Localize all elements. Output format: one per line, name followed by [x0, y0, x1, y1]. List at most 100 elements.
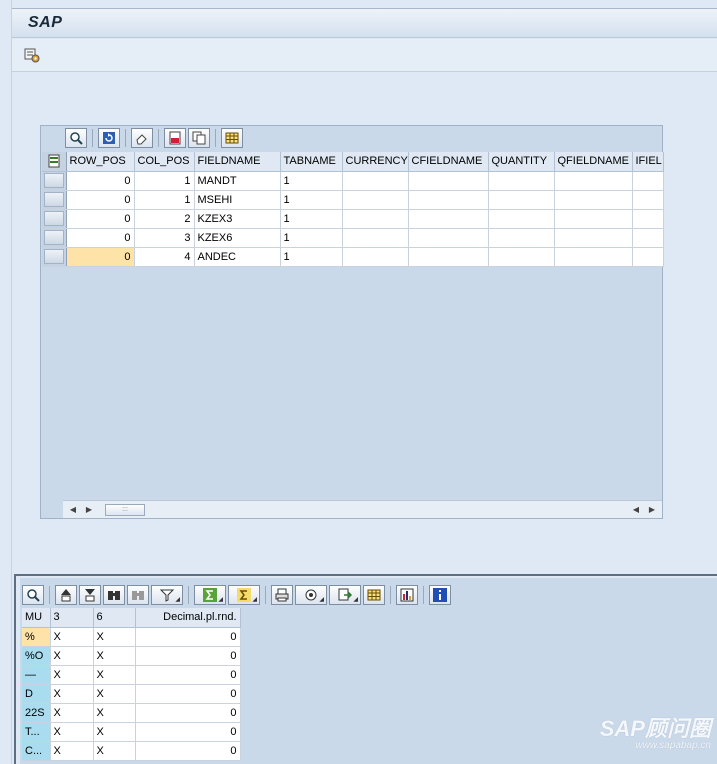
cell[interactable]: 2: [134, 209, 195, 229]
column-header[interactable]: IFIEL: [632, 152, 664, 172]
refresh-button[interactable]: [98, 128, 120, 148]
find-next-button[interactable]: [127, 585, 149, 605]
layout-button[interactable]: [363, 585, 385, 605]
cell[interactable]: [408, 247, 489, 267]
cell[interactable]: X: [50, 627, 94, 647]
key-cell[interactable]: %O: [22, 646, 51, 666]
table-row[interactable]: 22S X X 0: [22, 703, 241, 723]
cell[interactable]: [342, 190, 409, 210]
details-button[interactable]: [65, 128, 87, 148]
cell[interactable]: 3: [134, 228, 195, 248]
cell[interactable]: X: [50, 684, 94, 704]
export-button[interactable]: ◢: [329, 585, 361, 605]
scroll-thumb[interactable]: :::: [105, 504, 145, 516]
cell[interactable]: [488, 247, 555, 267]
column-header[interactable]: 3: [50, 608, 94, 628]
cell[interactable]: 1: [280, 190, 343, 210]
column-header[interactable]: CURRENCY: [342, 152, 409, 172]
cell[interactable]: [408, 190, 489, 210]
column-header[interactable]: FIELDNAME: [194, 152, 281, 172]
find-button[interactable]: [103, 585, 125, 605]
save-variant-button[interactable]: [164, 128, 186, 148]
cell[interactable]: 0: [135, 627, 241, 647]
cell[interactable]: KZEX6: [194, 228, 281, 248]
table-row[interactable]: 0 1 MANDT 1: [42, 171, 664, 191]
table-row[interactable]: D X X 0: [22, 684, 241, 704]
cell[interactable]: X: [93, 722, 136, 742]
information-button[interactable]: [429, 585, 451, 605]
graphic-button[interactable]: [396, 585, 418, 605]
cell[interactable]: [408, 209, 489, 229]
column-header[interactable]: 6: [93, 608, 136, 628]
cell[interactable]: 4: [134, 247, 195, 267]
cell[interactable]: 0: [135, 741, 241, 761]
cell[interactable]: [488, 171, 555, 191]
table-row[interactable]: T... X X 0: [22, 722, 241, 742]
key-cell[interactable]: %: [22, 627, 51, 647]
cell[interactable]: X: [93, 684, 136, 704]
cell[interactable]: X: [50, 665, 94, 685]
table-row[interactable]: 0 2 KZEX3 1: [42, 209, 664, 229]
cell[interactable]: [408, 228, 489, 248]
row-selector[interactable]: [42, 171, 67, 191]
cell[interactable]: KZEX3: [194, 209, 281, 229]
table-row[interactable]: 0 1 MSEHI 1: [42, 190, 664, 210]
cell[interactable]: [554, 209, 633, 229]
cell[interactable]: [488, 228, 555, 248]
cell[interactable]: [488, 190, 555, 210]
cell[interactable]: 1: [134, 190, 195, 210]
key-cell[interactable]: D: [22, 684, 51, 704]
details-button[interactable]: [22, 585, 44, 605]
cell[interactable]: X: [50, 646, 94, 666]
cell[interactable]: [342, 209, 409, 229]
sort-ascending-button[interactable]: [55, 585, 77, 605]
cell[interactable]: X: [50, 722, 94, 742]
cell[interactable]: [408, 171, 489, 191]
cell[interactable]: [554, 190, 633, 210]
cell[interactable]: 0: [135, 665, 241, 685]
scroll-left-icon[interactable]: ◀: [629, 504, 643, 516]
cell[interactable]: 0: [66, 190, 135, 210]
table-row[interactable]: C... X X 0: [22, 741, 241, 761]
views-button[interactable]: ◢: [295, 585, 327, 605]
cell-focused[interactable]: 0: [66, 247, 135, 267]
cell[interactable]: MANDT: [194, 171, 281, 191]
cell[interactable]: 1: [280, 209, 343, 229]
cell[interactable]: X: [50, 703, 94, 723]
edit-button[interactable]: [131, 128, 153, 148]
row-selector[interactable]: [42, 228, 67, 248]
cell[interactable]: 1: [280, 228, 343, 248]
cell[interactable]: 0: [66, 209, 135, 229]
cell[interactable]: X: [93, 703, 136, 723]
cell[interactable]: 1: [280, 171, 343, 191]
cell[interactable]: 0: [66, 171, 135, 191]
scroll-right-icon[interactable]: ▶: [645, 504, 659, 516]
table-row[interactable]: 0 4 ANDEC 1: [42, 247, 664, 267]
table-row[interactable]: %O X X 0: [22, 646, 241, 666]
column-header[interactable]: COL_POS: [134, 152, 195, 172]
column-header[interactable]: TABNAME: [280, 152, 343, 172]
row-selector[interactable]: [42, 190, 67, 210]
cell[interactable]: [554, 247, 633, 267]
cell[interactable]: 1: [134, 171, 195, 191]
key-cell[interactable]: T...: [22, 722, 51, 742]
cell[interactable]: X: [93, 741, 136, 761]
key-cell[interactable]: 22S: [22, 703, 51, 723]
table-row[interactable]: — X X 0: [22, 665, 241, 685]
cell[interactable]: [554, 171, 633, 191]
layout-button[interactable]: [221, 128, 243, 148]
column-header[interactable]: Decimal.pl.rnd.: [135, 608, 241, 628]
cell[interactable]: X: [50, 741, 94, 761]
cell[interactable]: 0: [135, 722, 241, 742]
cell[interactable]: 0: [135, 703, 241, 723]
scroll-left-icon[interactable]: ◀: [66, 504, 80, 516]
key-cell[interactable]: —: [22, 665, 51, 685]
row-selector[interactable]: [42, 209, 67, 229]
row-selector[interactable]: [42, 247, 67, 267]
cell[interactable]: 0: [66, 228, 135, 248]
cell[interactable]: X: [93, 627, 136, 647]
cell[interactable]: [632, 228, 664, 248]
cell[interactable]: X: [93, 665, 136, 685]
column-header[interactable]: QUANTITY: [488, 152, 555, 172]
table-row[interactable]: % X X 0: [22, 627, 241, 647]
